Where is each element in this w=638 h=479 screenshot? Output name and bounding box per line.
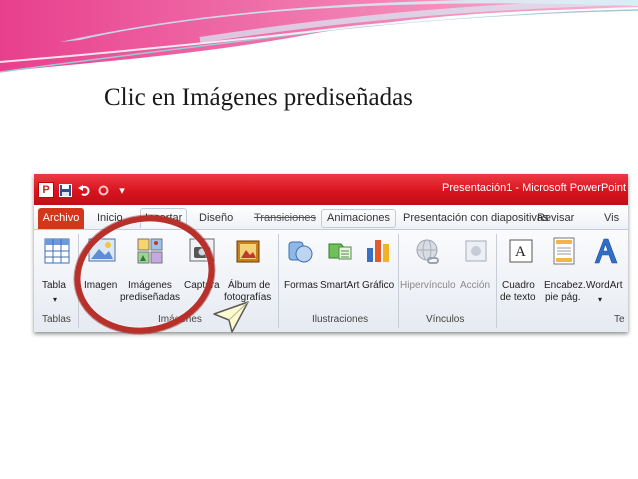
window-title: Presentación1 - Microsoft PowerPoint ( bbox=[442, 182, 628, 194]
tab-transitions[interactable]: Transiciones bbox=[254, 209, 316, 228]
tab-file[interactable]: Archivo bbox=[38, 208, 84, 229]
group-divider bbox=[398, 234, 399, 328]
group-divider bbox=[278, 234, 279, 328]
chevron-down-icon: ▾ bbox=[53, 295, 58, 304]
group-divider bbox=[496, 234, 497, 328]
tab-slideshow[interactable]: Presentación con diapositivas bbox=[403, 209, 549, 228]
tab-view[interactable]: Vis bbox=[604, 209, 619, 228]
undo-icon[interactable] bbox=[76, 182, 92, 198]
window-titlebar: P ▾ Presentación1 - Microsoft PowerPoint… bbox=[34, 174, 628, 205]
group-label-ilustraciones: Ilustraciones bbox=[312, 314, 369, 325]
globe-link-icon bbox=[416, 239, 439, 264]
pointer-cursor-icon bbox=[213, 301, 249, 333]
wordart-icon bbox=[594, 238, 618, 264]
quick-access-toolbar: P ▾ bbox=[38, 180, 130, 200]
tab-design[interactable]: Diseño bbox=[199, 209, 233, 228]
shapes-icon bbox=[288, 241, 313, 263]
slide-title: Clic en Imágenes prediseñadas bbox=[104, 84, 413, 111]
header-footer-icon bbox=[553, 237, 575, 265]
svg-text:A: A bbox=[515, 244, 526, 260]
redo-icon[interactable] bbox=[95, 182, 111, 198]
text-box-icon: A bbox=[509, 239, 533, 263]
powerpoint-logo-icon[interactable]: P bbox=[38, 182, 54, 198]
qat-customize-dropdown[interactable]: ▾ bbox=[114, 182, 130, 198]
group-label-texto: Te bbox=[614, 314, 625, 325]
bar-chart-icon bbox=[367, 240, 389, 262]
photo-album-icon bbox=[236, 240, 260, 263]
tab-animations[interactable]: Animaciones bbox=[321, 209, 396, 228]
smartart-icon bbox=[328, 243, 352, 260]
save-icon[interactable] bbox=[57, 182, 73, 198]
table-icon bbox=[44, 238, 70, 264]
chevron-down-icon: ▾ bbox=[598, 295, 603, 304]
action-icon bbox=[465, 240, 487, 262]
header-banner-waves bbox=[0, 0, 638, 73]
tab-review[interactable]: Revisar bbox=[537, 209, 574, 228]
group-label-vinculos: Vínculos bbox=[426, 314, 465, 325]
group-label-tablas: Tablas bbox=[42, 314, 71, 325]
